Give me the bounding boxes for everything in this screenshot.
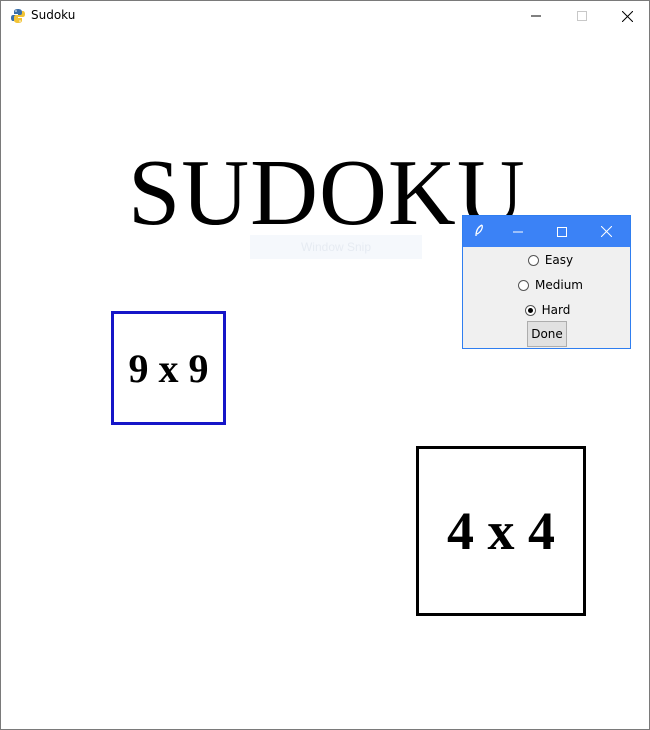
minimize-button[interactable] bbox=[513, 1, 559, 31]
radio-easy-circle[interactable] bbox=[527, 254, 539, 266]
grid-4x4-label: 4 x 4 bbox=[447, 501, 555, 561]
maximize-button[interactable] bbox=[559, 1, 605, 31]
dialog-maximize-button[interactable] bbox=[539, 216, 584, 247]
ghost-tooltip-text: Window Snip bbox=[300, 240, 372, 254]
feather-icon bbox=[472, 224, 486, 238]
sudoku-window: Sudoku bbox=[0, 0, 650, 730]
python-snake-icon bbox=[10, 8, 26, 24]
grid-4x4-button[interactable]: 4 x 4 bbox=[416, 446, 586, 616]
grid-9x9-button[interactable]: 9 x 9 bbox=[111, 311, 226, 425]
dialog-minimize-button[interactable] bbox=[495, 216, 540, 247]
radio-medium-circle[interactable] bbox=[518, 279, 529, 291]
minimize-icon bbox=[531, 15, 541, 17]
dialog-titlebar[interactable] bbox=[463, 216, 630, 247]
radio-easy-label: Easy bbox=[544, 253, 574, 267]
close-icon bbox=[601, 226, 612, 237]
ghost-tooltip: Window Snip bbox=[250, 235, 422, 259]
window-title: Sudoku bbox=[31, 8, 76, 22]
close-icon bbox=[621, 10, 633, 22]
radio-medium[interactable]: Medium bbox=[467, 275, 634, 295]
window-titlebar[interactable]: Sudoku bbox=[1, 1, 649, 31]
maximize-icon bbox=[556, 226, 567, 237]
radio-hard-label: Hard bbox=[541, 303, 571, 317]
radio-hard-circle[interactable] bbox=[524, 304, 536, 316]
maximize-icon bbox=[577, 11, 587, 21]
radio-easy[interactable]: Easy bbox=[467, 250, 634, 270]
done-button[interactable]: Done bbox=[527, 321, 567, 347]
close-button[interactable] bbox=[604, 1, 650, 31]
radio-hard[interactable]: Hard bbox=[464, 300, 631, 320]
grid-9x9-label: 9 x 9 bbox=[128, 345, 209, 391]
radio-medium-label: Medium bbox=[535, 278, 583, 292]
minimize-icon bbox=[512, 231, 523, 232]
dialog-close-button[interactable] bbox=[584, 216, 629, 247]
game-canvas bbox=[1, 31, 649, 729]
